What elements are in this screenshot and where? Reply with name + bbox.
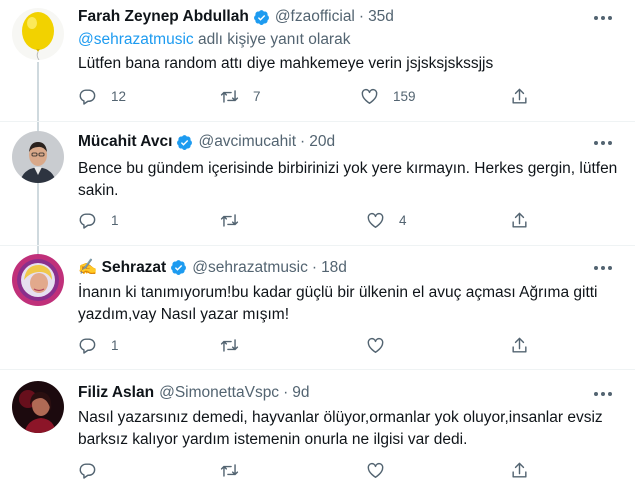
reply-icon <box>79 89 96 105</box>
user-handle[interactable]: @sehrazatmusic <box>192 259 308 277</box>
like-count: 4 <box>399 213 407 228</box>
retweet-button[interactable]: 7 <box>220 87 261 106</box>
share-button[interactable] <box>510 211 529 230</box>
timestamp[interactable]: 18d <box>321 259 347 277</box>
tweet[interactable]: Mücahit Avcı @avcimucahit · 20d Bence bu… <box>0 122 635 246</box>
more-options-icon[interactable] <box>591 133 615 153</box>
replying-to-suffix: adlı kişiye yanıt olarak <box>193 31 351 48</box>
user-handle[interactable]: @SimonettaVspc <box>159 384 279 402</box>
retweet-button[interactable] <box>220 336 253 355</box>
timestamp[interactable]: 9d <box>292 384 309 402</box>
tweet-actions: 12 7 159 <box>78 87 528 109</box>
more-options-icon[interactable] <box>591 258 615 278</box>
like-button[interactable]: 159 <box>360 87 416 106</box>
tweet-text: İnanın ki tanımıyorum!bu kadar güçlü bir… <box>78 284 598 323</box>
reply-button[interactable] <box>78 461 111 480</box>
reply-icon <box>79 338 96 354</box>
reply-count: 1 <box>111 338 119 353</box>
mention-link[interactable]: @sehrazatmusic <box>78 31 194 48</box>
display-name[interactable]: ✍️ Sehrazat <box>78 258 166 277</box>
more-options-icon[interactable] <box>591 384 615 404</box>
man-portrait-avatar[interactable] <box>12 131 64 183</box>
separator-dot: · <box>311 258 318 276</box>
tweet-actions: 1 4 <box>78 211 528 233</box>
woman-portrait-avatar[interactable] <box>12 254 64 306</box>
share-button[interactable] <box>510 87 529 106</box>
retweet-button[interactable] <box>220 211 253 230</box>
share-button[interactable] <box>510 461 529 480</box>
tweet-actions <box>78 461 528 483</box>
retweet-icon <box>220 339 239 352</box>
separator-dot: · <box>358 8 365 25</box>
share-icon <box>512 462 527 478</box>
timestamp[interactable]: 20d <box>309 133 335 151</box>
share-icon <box>512 212 527 228</box>
tweet-actions: 1 <box>78 336 528 358</box>
retweet-icon <box>220 90 239 103</box>
user-handle[interactable]: @fzaofficial <box>275 8 355 26</box>
retweet-count: 7 <box>253 89 261 104</box>
share-icon <box>512 337 527 353</box>
timestamp[interactable]: 35d <box>368 8 394 26</box>
reply-icon <box>79 213 96 229</box>
replying-to-label: @sehrazatmusic adlı kişiye yanıt olarak <box>78 31 350 49</box>
user-handle[interactable]: @avcimucahit <box>198 133 296 151</box>
yellow-balloon-avatar[interactable] <box>12 8 64 60</box>
reply-button[interactable]: 12 <box>78 87 126 106</box>
reply-count: 1 <box>111 213 119 228</box>
more-options-icon[interactable] <box>591 8 615 28</box>
reply-button[interactable]: 1 <box>78 336 119 355</box>
like-count: 159 <box>393 89 416 104</box>
share-icon <box>512 88 527 104</box>
heart-icon <box>367 212 384 228</box>
display-name[interactable]: Filiz Aslan <box>78 384 154 402</box>
verified-badge-icon <box>177 134 193 150</box>
share-button[interactable] <box>510 336 529 355</box>
tweet-text: Bence bu gündem içerisinde birbirinizi y… <box>78 160 618 199</box>
display-name[interactable]: Farah Zeynep Abdullah <box>78 8 249 26</box>
like-button[interactable]: 4 <box>366 211 407 230</box>
verified-badge-icon <box>253 9 269 25</box>
reply-button[interactable]: 1 <box>78 211 119 230</box>
reply-count: 12 <box>111 89 127 104</box>
separator-dot: · <box>300 133 306 150</box>
heart-icon <box>367 337 384 353</box>
like-button[interactable] <box>366 336 399 355</box>
dark-portrait-avatar[interactable] <box>12 381 64 433</box>
display-name[interactable]: Mücahit Avcı <box>78 133 172 151</box>
heart-icon <box>361 88 378 104</box>
retweet-icon <box>220 464 239 477</box>
tweet-text: Lütfen bana random attı diye mahkemeye v… <box>78 55 494 72</box>
separator-dot: · <box>283 384 289 401</box>
tweet[interactable]: Farah Zeynep Abdullah @fzaofficial · 35d… <box>0 0 635 122</box>
tweet-text: Nasıl yazarsınız demedi, hayvanlar ölüyo… <box>78 409 603 448</box>
tweet[interactable]: ✍️ Sehrazat @sehrazatmusic · 18d İnanın … <box>0 246 635 370</box>
heart-icon <box>367 462 384 478</box>
retweet-button[interactable] <box>220 461 253 480</box>
verified-badge-icon <box>171 260 187 275</box>
retweet-icon <box>220 214 239 227</box>
tweet[interactable]: Filiz Aslan @SimonettaVspc · 9d Nasıl ya… <box>0 370 635 489</box>
like-button[interactable] <box>366 461 399 480</box>
reply-icon <box>79 463 96 479</box>
